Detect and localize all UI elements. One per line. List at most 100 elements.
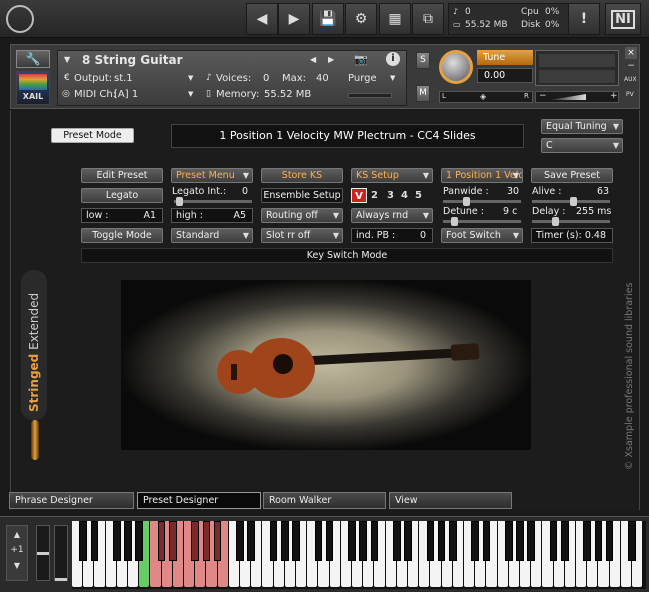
solo-button[interactable]: S (416, 52, 430, 69)
delay-slider-handle[interactable] (552, 217, 559, 226)
midi-dropdown[interactable]: [A] 1 (114, 89, 138, 100)
black-key[interactable] (370, 521, 379, 561)
preset-mode-button[interactable]: Preset Mode (51, 128, 134, 143)
black-key[interactable] (325, 521, 334, 561)
instrument-next-icon[interactable]: ▶ (328, 55, 334, 64)
black-key[interactable] (583, 521, 592, 561)
black-key[interactable] (504, 521, 513, 561)
string-2-button[interactable]: 2 (371, 188, 378, 203)
black-key[interactable] (112, 521, 121, 561)
volume-minus-icon[interactable]: − (539, 91, 547, 101)
slot-rr-dropdown[interactable]: Slot rr off ▼ (261, 228, 343, 243)
legato-int-slider-handle[interactable] (176, 197, 183, 206)
high-field[interactable]: high : A5 (171, 208, 253, 223)
mod-wheel[interactable] (54, 525, 68, 581)
octave-up-icon[interactable]: ▲ (7, 530, 27, 539)
standard-dropdown[interactable]: Standard ▼ (171, 228, 253, 243)
black-key[interactable] (135, 521, 144, 561)
black-key[interactable] (79, 521, 88, 561)
string-4-button[interactable]: 4 (401, 188, 408, 203)
black-key[interactable] (516, 521, 524, 561)
position-velocity-dropdown[interactable]: 1 Position 1 Velocity▼ (441, 168, 523, 183)
black-key[interactable] (348, 521, 356, 561)
black-key[interactable] (404, 521, 412, 561)
tab-phrase-designer[interactable]: Phrase Designer (9, 492, 134, 509)
save-icon[interactable]: 💾 (312, 3, 344, 35)
foot-switch-dropdown[interactable]: Foot Switch ▼ (441, 228, 523, 243)
black-key[interactable] (392, 521, 401, 561)
wrench-icon[interactable]: 🔧 (16, 50, 50, 68)
pv-label[interactable]: PV (626, 91, 634, 98)
black-key[interactable] (314, 521, 323, 561)
preset-menu-dropdown[interactable]: Preset Menu ▼ (171, 168, 253, 183)
max-value[interactable]: 40 (316, 73, 329, 84)
black-key[interactable] (191, 521, 200, 561)
legato-int-slider[interactable] (174, 197, 252, 206)
detune-slider[interactable] (443, 217, 521, 226)
low-field[interactable]: low : A1 (81, 208, 163, 223)
info-icon[interactable]: i (386, 52, 400, 66)
instrument-name[interactable]: 8 String Guitar (82, 53, 183, 67)
black-key[interactable] (560, 521, 569, 561)
output-chevron-down-icon[interactable]: ▼ (188, 74, 193, 82)
string-1-button[interactable]: V (351, 188, 367, 203)
save-preset-button[interactable]: Save Preset (531, 168, 613, 183)
tune-knob[interactable] (439, 50, 473, 84)
tab-room-walker[interactable]: Room Walker (263, 492, 386, 509)
black-key[interactable] (236, 521, 244, 561)
black-key[interactable] (448, 521, 457, 561)
black-key[interactable] (471, 521, 480, 561)
dropdown-arrow-icon[interactable]: ▼ (64, 55, 70, 64)
delay-slider[interactable] (532, 217, 610, 226)
ks-setup-dropdown[interactable]: KS Setup ▼ (351, 168, 433, 183)
mute-button[interactable]: M (416, 85, 430, 102)
next-button[interactable]: ▶ (278, 3, 310, 35)
aux-label[interactable]: AUX (624, 76, 637, 83)
alive-slider[interactable] (532, 197, 610, 206)
gear-icon[interactable]: ⚙ (345, 3, 377, 35)
minimize-icon[interactable]: − (625, 62, 637, 72)
layout-icon[interactable]: ▦ (379, 3, 411, 35)
toggle-mode-button[interactable]: Toggle Mode (81, 228, 163, 243)
piano-keyboard[interactable] (72, 521, 646, 589)
string-3-button[interactable]: 3 (387, 188, 394, 203)
black-key[interactable] (359, 521, 368, 561)
black-key[interactable] (213, 521, 222, 561)
string-5-button[interactable]: 5 (415, 188, 422, 203)
ensemble-setup-button[interactable]: Ensemble Setup (261, 188, 343, 203)
tab-preset-designer[interactable]: Preset Designer (137, 492, 261, 509)
black-key[interactable] (90, 521, 99, 561)
black-key[interactable] (628, 521, 636, 561)
black-key[interactable] (594, 521, 603, 561)
pan-slider[interactable]: L ◈ R (439, 91, 533, 103)
tab-view[interactable]: View (389, 492, 512, 509)
camera-icon[interactable]: 📷 (354, 53, 368, 66)
black-key[interactable] (247, 521, 256, 561)
mod-wheel-handle[interactable] (55, 578, 67, 581)
pan-handle-icon[interactable]: ◈ (480, 92, 486, 101)
midi-chevron-down-icon[interactable]: ▼ (188, 90, 193, 98)
tune-value[interactable]: 0.00 (477, 68, 533, 83)
purge-chevron-down-icon[interactable]: ▼ (390, 74, 395, 82)
volume-plus-icon[interactable]: + (610, 91, 618, 101)
pitch-wheel-handle[interactable] (37, 552, 49, 555)
black-key[interactable] (426, 521, 435, 561)
pitch-wheel[interactable] (36, 525, 50, 581)
panwide-slider[interactable] (443, 197, 521, 206)
edit-preset-button[interactable]: Edit Preset (81, 168, 163, 183)
tuning-dropdown[interactable]: Equal Tuning ▼ (541, 119, 623, 134)
legato-button[interactable]: Legato (81, 188, 163, 203)
black-key[interactable] (202, 521, 211, 561)
ind-pb-field[interactable]: ind. PB : 0 (351, 228, 433, 243)
black-key[interactable] (292, 521, 300, 561)
black-key[interactable] (168, 521, 177, 561)
octave-down-icon[interactable]: ▼ (7, 561, 27, 570)
key-dropdown[interactable]: C ▼ (541, 138, 623, 153)
store-ks-button[interactable]: Store KS (261, 168, 343, 183)
ni-logo[interactable]: NI (605, 3, 641, 35)
volume-slider[interactable]: − + (535, 91, 619, 103)
detune-slider-handle[interactable] (451, 217, 458, 226)
purge-dropdown[interactable]: Purge (348, 73, 377, 84)
output-dropdown[interactable]: st.1 (114, 73, 133, 84)
black-key[interactable] (527, 521, 536, 561)
